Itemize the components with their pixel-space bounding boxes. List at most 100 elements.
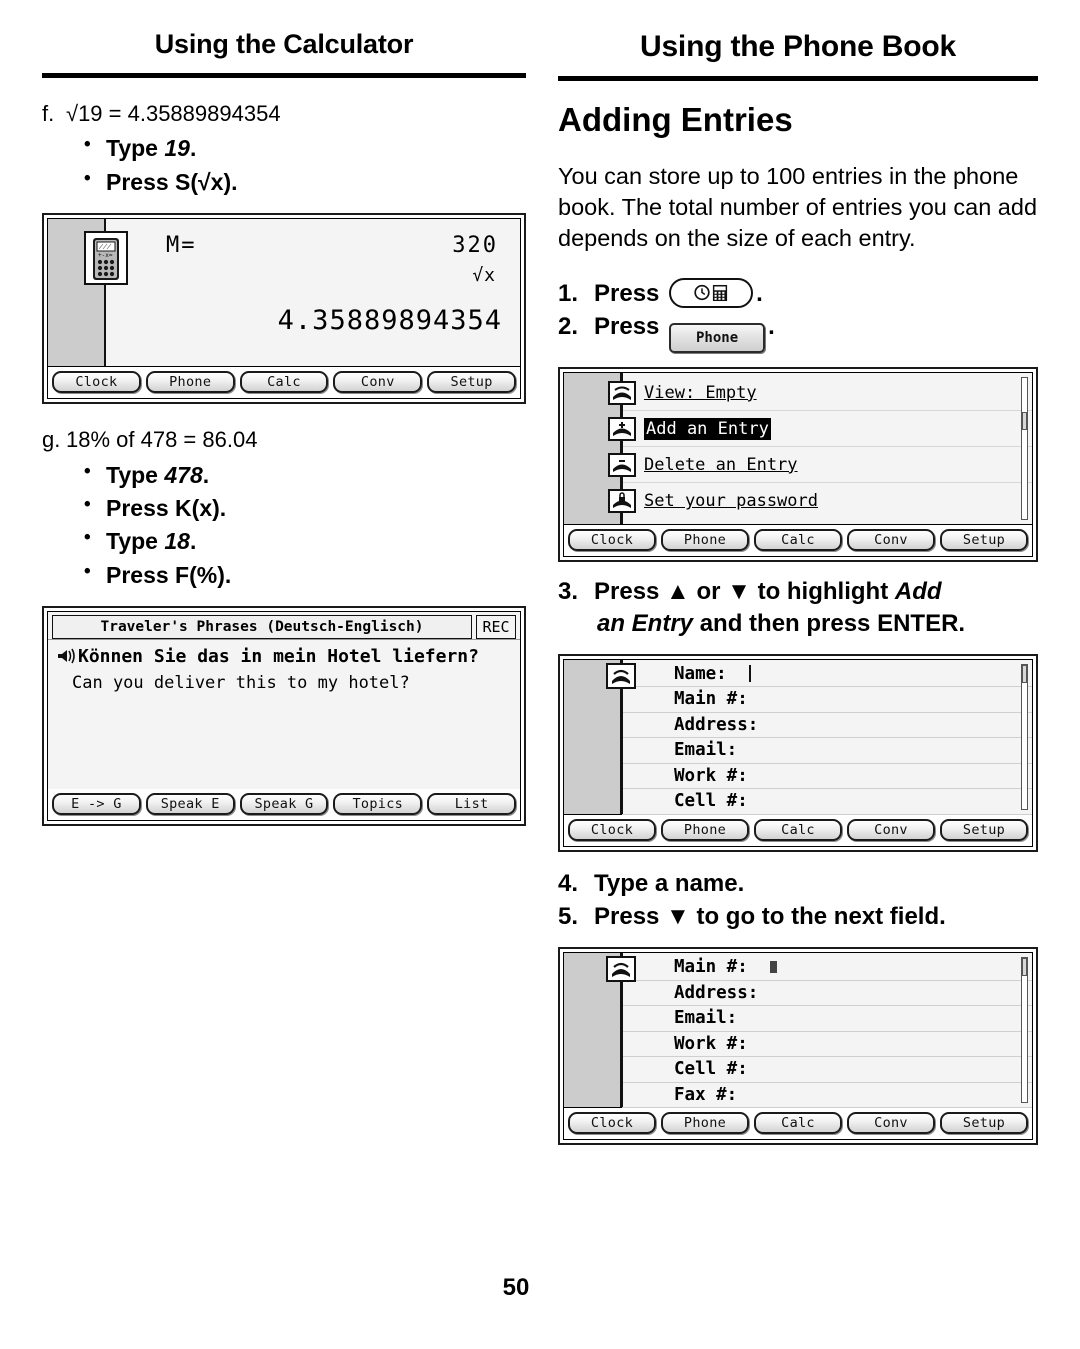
left-column: Using the Calculator f. √19 = 4.358898943… <box>42 29 526 826</box>
calculator-icon: +-x= <box>84 230 128 285</box>
form-row[interactable]: Address: <box>622 981 1032 1007</box>
entry-form-screenshot-2: Main #: Address: Email: Work #: Cell #: … <box>558 947 1038 1146</box>
field-label: Work #: <box>674 765 748 786</box>
form-row[interactable]: Email: <box>622 738 1032 764</box>
field-label: Main #: <box>674 689 748 710</box>
field-label: Main #: <box>674 957 748 978</box>
scrollbar-thumb[interactable] <box>1022 412 1027 431</box>
softkey-calc[interactable]: Calc <box>754 818 842 841</box>
mode-indicator: √x <box>472 264 496 286</box>
field-label: Cell #: <box>674 1059 748 1080</box>
steps-list-b: 3. Press ▲ or ▼ to highlight Add an Entry… <box>558 576 1038 639</box>
manual-page: Using the Calculator f. √19 = 4.358898943… <box>0 0 1080 1349</box>
step-5-text: Press ▼ to go to the next field. <box>594 903 946 931</box>
english-phrase: Can you deliver this to my hotel? <box>72 672 410 693</box>
form-row[interactable]: Cell #: <box>622 1057 1032 1083</box>
form-row[interactable]: Fax #: <box>622 1083 1032 1109</box>
softkey-conv[interactable]: Conv <box>333 370 423 393</box>
form-row[interactable]: Email: <box>622 1006 1032 1032</box>
scrollbar-thumb[interactable] <box>1022 958 1027 977</box>
text-cursor <box>748 665 751 683</box>
scrollbar-thumb[interactable] <box>1022 664 1027 683</box>
on-key-icon[interactable] <box>669 277 754 308</box>
step-1-number: 1. <box>558 279 579 307</box>
softkey-setup[interactable]: Setup <box>427 370 516 393</box>
softkey-clock[interactable]: Clock <box>568 529 656 552</box>
phone-menu-screenshot: View: Empty Add an Entry Delete an Entry… <box>558 367 1038 563</box>
field-label: Work #: <box>674 1033 748 1054</box>
softkey-list[interactable]: List <box>427 792 516 815</box>
page-title: Adding Entries <box>558 101 793 138</box>
step-2-text: Press <box>594 313 667 341</box>
softkey-setup[interactable]: Setup <box>940 1112 1028 1135</box>
right-chapter-title: Using the Phone Book <box>639 30 956 63</box>
phone-entry-icon <box>606 956 636 983</box>
text-cursor <box>769 961 777 974</box>
item-f-letter: f. <box>42 100 55 126</box>
softkey-phone[interactable]: Phone <box>661 818 749 841</box>
german-phrase: Können Sie das in mein Hotel liefern? <box>78 645 479 667</box>
form-row[interactable]: Work #: <box>622 1032 1032 1058</box>
softkey-conv[interactable]: Conv <box>847 818 935 841</box>
bullet-action: Type <box>106 528 165 555</box>
softkey-setup[interactable]: Setup <box>940 529 1028 552</box>
bullet-action: Press S(√x). <box>106 168 238 195</box>
bullet-tail: . <box>189 528 197 555</box>
item-g-equation: 18% of 478 = 86.04 <box>66 426 258 452</box>
softkey-conv[interactable]: Conv <box>847 1112 935 1135</box>
softkey-calc[interactable]: Calc <box>754 529 842 552</box>
entry-form-screen-1: Name: Main #: Address: Email: Work #: Ce… <box>564 659 1032 815</box>
field-label: Email: <box>674 1008 738 1029</box>
form-row[interactable]: Name: <box>622 662 1032 688</box>
form-scrollbar[interactable] <box>1021 957 1028 1104</box>
step-3: 3. Press ▲ or ▼ to highlight Add an Entry… <box>558 576 1038 639</box>
field-label: Cell #: <box>674 791 748 812</box>
softkey-speak-e[interactable]: Speak E <box>145 792 235 815</box>
form-row[interactable]: Address: <box>622 713 1032 739</box>
phone-key-button[interactable]: Phone <box>669 323 766 354</box>
phrases-title: Traveler's Phrases (Deutsch-Englisch) <box>52 614 472 639</box>
speaker-icon <box>58 648 75 664</box>
menu-item-delete[interactable]: Delete an Entry <box>608 447 1032 484</box>
softkey-clock[interactable]: Clock <box>568 1112 656 1135</box>
german-phrase-row: Können Sie das in mein Hotel liefern? <box>56 646 512 667</box>
softkey-calc[interactable]: Calc <box>754 1112 842 1135</box>
phone-delete-icon <box>608 452 636 477</box>
menu-scrollbar[interactable] <box>1021 377 1028 521</box>
form-row[interactable]: Main #: <box>622 955 1032 981</box>
bullet-value: 18 <box>164 528 190 555</box>
step-1-text: Press <box>594 279 667 307</box>
entry-form-screen-2: Main #: Address: Email: Work #: Cell #: … <box>564 953 1032 1109</box>
rec-button[interactable]: REC <box>476 614 516 639</box>
form-scrollbar[interactable] <box>1021 663 1028 810</box>
field-label: Name: <box>674 663 727 684</box>
calculator-icon <box>712 284 728 301</box>
softkey-phone[interactable]: Phone <box>661 1112 749 1135</box>
softkey-speak-g[interactable]: Speak G <box>239 792 329 815</box>
list-item-g: g.18% of 478 = 86.04 Type 478. Press K(x… <box>42 426 526 592</box>
softkey-clock[interactable]: Clock <box>568 818 656 841</box>
softkey-topics[interactable]: Topics <box>333 792 423 815</box>
step-4: 4. Type a name. <box>558 868 1038 900</box>
form-row[interactable]: Work #: <box>622 764 1032 790</box>
softkey-conv[interactable]: Conv <box>847 529 935 552</box>
softkey-phone[interactable]: Phone <box>145 370 235 393</box>
softkey-calc[interactable]: Calc <box>239 370 329 393</box>
page-number-value: 50 <box>502 1274 530 1301</box>
softkey-phone[interactable]: Phone <box>661 529 749 552</box>
field-label: Fax #: <box>674 1084 738 1105</box>
menu-item-view[interactable]: View: Empty <box>608 375 1032 412</box>
field-label: Address: <box>674 714 759 735</box>
menu-item-password[interactable]: Set your password <box>608 483 1032 519</box>
svg-text:+-x=: +-x= <box>98 252 113 259</box>
form-row[interactable]: Main #: <box>622 687 1032 713</box>
form-row[interactable]: Cell #: <box>622 789 1032 815</box>
menu-item-add[interactable]: Add an Entry <box>608 411 1032 448</box>
step-1-tail: . <box>756 279 763 307</box>
list-item: Press S(√x). <box>84 165 526 199</box>
softkey-clock[interactable]: Clock <box>52 370 141 393</box>
softkey-e-to-g[interactable]: E -> G <box>52 792 141 815</box>
step-5: 5. Press ▼ to go to the next field. <box>558 901 1038 933</box>
softkey-setup[interactable]: Setup <box>940 818 1028 841</box>
menu-item-label: Delete an Entry <box>644 454 798 475</box>
